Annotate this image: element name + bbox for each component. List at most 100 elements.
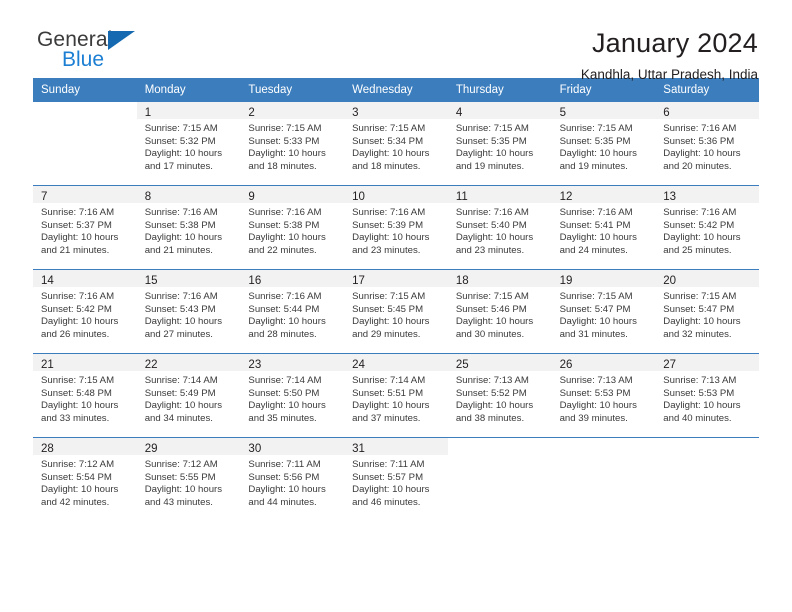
day-number: 14 <box>41 275 54 287</box>
day-number-band: 17 <box>344 270 448 287</box>
daylight-text-line1: Daylight: 10 hours <box>663 400 741 412</box>
day-number-band: 7 <box>33 186 137 203</box>
day-number: 9 <box>248 191 255 203</box>
daylight-text-line2: and 32 minutes. <box>663 328 732 340</box>
calendar-grid: Sunday Monday Tuesday Wednesday Thursday Frid… <box>33 78 759 521</box>
calendar-day-cell[interactable]: 10 Sunrise: 7:16 AM Sunset: 5:39 PM Dayligh… <box>344 186 448 269</box>
daylight-text-line1: Daylight: 10 hours <box>248 232 326 244</box>
day-details: Sunrise: 7:15 AM Sunset: 5:32 PM Daylight:… <box>137 119 241 173</box>
calendar-day-cell[interactable]: 2 Sunrise: 7:15 AM Sunset: 5:33 PM Daylight… <box>240 102 345 185</box>
sunset-text: Sunset: 5:38 PM <box>144 219 216 231</box>
calendar-day-cell[interactable]: 12 Sunrise: 7:16 AM Sunset: 5:41 PM Dayligh… <box>551 186 656 269</box>
daylight-text-line2: and 46 minutes. <box>352 496 421 508</box>
calendar-page: General Blue January 2024 Kandhla, Uttar… <box>0 0 792 612</box>
day-details: Sunrise: 7:11 AM Sunset: 5:56 PM Daylight:… <box>240 455 344 509</box>
sunrise-text: Sunrise: 7:13 AM <box>559 375 633 386</box>
day-details: Sunrise: 7:12 AM Sunset: 5:55 PM Daylight:… <box>137 455 241 509</box>
daylight-text-line2: and 44 minutes. <box>248 496 317 508</box>
day-details: Sunrise: 7:15 AM Sunset: 5:35 PM Daylight:… <box>448 119 552 173</box>
sunset-text: Sunset: 5:35 PM <box>455 135 527 147</box>
day-number: 5 <box>559 107 566 119</box>
calendar-day-cell[interactable]: 6 Sunrise: 7:16 AM Sunset: 5:36 PM Daylight… <box>655 102 759 185</box>
daylight-text-line2: and 40 minutes. <box>663 412 732 424</box>
calendar-day-cell[interactable]: 8 Sunrise: 7:16 AM Sunset: 5:38 PM Daylight… <box>136 186 241 269</box>
weekday-header-friday: Friday <box>559 84 592 96</box>
calendar-day-cell[interactable]: 9 Sunrise: 7:16 AM Sunset: 5:38 PM Daylight… <box>240 186 345 269</box>
day-number: 13 <box>663 191 677 203</box>
calendar-day-cell[interactable]: 31 Sunrise: 7:11 AM Sunset: 5:57 PM Dayligh… <box>344 438 448 521</box>
day-number-band: 27 <box>655 354 759 371</box>
calendar-day-cell[interactable]: 3 Sunrise: 7:15 AM Sunset: 5:34 PM Daylight… <box>344 102 448 185</box>
daylight-text-line1: Daylight: 10 hours <box>663 232 741 244</box>
sunrise-text: Sunrise: 7:16 AM <box>248 207 322 218</box>
calendar-day-cell[interactable]: 22 Sunrise: 7:14 AM Sunset: 5:49 PM Dayligh… <box>136 354 241 437</box>
calendar-day-cell[interactable]: 4 Sunrise: 7:15 AM Sunset: 5:35 PM Daylight… <box>447 102 552 185</box>
calendar-day-cell[interactable]: 25 Sunrise: 7:13 AM Sunset: 5:52 PM Dayligh… <box>447 354 552 437</box>
calendar-day-cell[interactable]: 13 Sunrise: 7:16 AM Sunset: 5:42 PM Dayligh… <box>655 186 759 269</box>
calendar-day-cell[interactable]: 27 Sunrise: 7:13 AM Sunset: 5:53 PM Dayligh… <box>655 354 759 437</box>
calendar-day-cell[interactable]: 26 Sunrise: 7:13 AM Sunset: 5:53 PM Dayligh… <box>551 354 656 437</box>
calendar-week-row: 14 Sunrise: 7:16 AM Sunset: 5:42 PM Dayligh… <box>33 269 759 353</box>
day-details: Sunrise: 7:15 AM Sunset: 5:46 PM Daylight:… <box>448 287 552 341</box>
calendar-day-cell[interactable]: 15 Sunrise: 7:16 AM Sunset: 5:43 PM Dayligh… <box>136 270 241 353</box>
calendar-day-cell[interactable]: 21 Sunrise: 7:15 AM Sunset: 5:48 PM Dayligh… <box>33 354 137 437</box>
day-number-band: 1 <box>136 102 241 119</box>
day-details: Sunrise: 7:15 AM Sunset: 5:45 PM Daylight:… <box>344 287 448 341</box>
daylight-text-line2: and 23 minutes. <box>352 244 421 256</box>
calendar-day-cell[interactable]: 20 Sunrise: 7:15 AM Sunset: 5:47 PM Dayligh… <box>655 270 759 353</box>
day-number: 3 <box>352 107 359 119</box>
daylight-text-line1: Daylight: 10 hours <box>352 232 430 244</box>
calendar-day-cell[interactable]: 23 Sunrise: 7:14 AM Sunset: 5:50 PM Dayligh… <box>240 354 345 437</box>
day-number: 22 <box>144 359 158 371</box>
day-details: Sunrise: 7:15 AM Sunset: 5:48 PM Daylight:… <box>33 371 137 425</box>
calendar-empty-cell <box>447 438 552 521</box>
daylight-text-line1: Daylight: 10 hours <box>559 316 637 328</box>
sunset-text: Sunset: 5:46 PM <box>455 303 527 315</box>
calendar-day-cell[interactable]: 14 Sunrise: 7:16 AM Sunset: 5:42 PM Dayligh… <box>33 270 137 353</box>
day-details: Sunrise: 7:11 AM Sunset: 5:57 PM Daylight:… <box>344 455 448 509</box>
calendar-day-cell[interactable]: 16 Sunrise: 7:16 AM Sunset: 5:44 PM Dayligh… <box>240 270 345 353</box>
calendar-day-cell[interactable]: 30 Sunrise: 7:11 AM Sunset: 5:56 PM Dayligh… <box>240 438 345 521</box>
daylight-text-line2: and 20 minutes. <box>663 160 732 172</box>
daylight-text-line1: Daylight: 10 hours <box>352 148 430 160</box>
day-number-band: 15 <box>136 270 241 287</box>
daylight-text-line2: and 19 minutes. <box>455 160 525 172</box>
sunrise-text: Sunrise: 7:15 AM <box>144 123 218 134</box>
brand-logo[interactable]: General Blue <box>33 28 207 80</box>
day-details: Sunrise: 7:16 AM Sunset: 5:44 PM Daylight:… <box>240 287 344 341</box>
calendar-day-cell[interactable]: 28 Sunrise: 7:12 AM Sunset: 5:54 PM Dayligh… <box>33 438 137 521</box>
calendar-day-cell[interactable]: 19 Sunrise: 7:15 AM Sunset: 5:47 PM Dayligh… <box>551 270 656 353</box>
calendar-week-row: 28 Sunrise: 7:12 AM Sunset: 5:54 PM Dayligh… <box>33 437 759 521</box>
day-details: Sunrise: 7:16 AM Sunset: 5:41 PM Daylight:… <box>552 203 656 257</box>
sunset-text: Sunset: 5:36 PM <box>663 135 735 147</box>
sunset-text: Sunset: 5:42 PM <box>41 303 112 315</box>
calendar-week-row: 21 Sunrise: 7:15 AM Sunset: 5:48 PM Dayligh… <box>33 353 759 437</box>
daylight-text-line1: Daylight: 10 hours <box>455 148 534 160</box>
calendar-day-cell[interactable]: 1 Sunrise: 7:15 AM Sunset: 5:32 PM Daylight… <box>136 102 241 185</box>
sunrise-text: Sunrise: 7:16 AM <box>41 291 115 302</box>
calendar-day-cell[interactable]: 17 Sunrise: 7:15 AM Sunset: 5:45 PM Dayligh… <box>344 270 448 353</box>
day-number-band <box>655 438 759 455</box>
day-details: Sunrise: 7:15 AM Sunset: 5:47 PM Daylight:… <box>552 287 656 341</box>
calendar-day-cell[interactable]: 5 Sunrise: 7:15 AM Sunset: 5:35 PM Daylight… <box>551 102 656 185</box>
sunset-text: Sunset: 5:57 PM <box>352 471 424 483</box>
calendar-day-cell[interactable]: 11 Sunrise: 7:16 AM Sunset: 5:40 PM Dayligh… <box>447 186 552 269</box>
day-details: Sunrise: 7:16 AM Sunset: 5:40 PM Daylight:… <box>448 203 552 257</box>
day-number-band: 6 <box>655 102 759 119</box>
day-number-band: 4 <box>447 102 552 119</box>
day-details: Sunrise: 7:16 AM Sunset: 5:42 PM Daylight:… <box>655 203 759 257</box>
calendar-day-cell[interactable]: 7 Sunrise: 7:16 AM Sunset: 5:37 PM Daylight… <box>33 186 137 269</box>
daylight-text-line2: and 38 minutes. <box>455 412 525 424</box>
day-number-band: 18 <box>447 270 552 287</box>
sunrise-text: Sunrise: 7:16 AM <box>663 207 737 218</box>
sunset-text: Sunset: 5:33 PM <box>248 135 320 147</box>
daylight-text-line1: Daylight: 10 hours <box>559 232 637 244</box>
calendar-day-cell[interactable]: 18 Sunrise: 7:15 AM Sunset: 5:46 PM Dayligh… <box>447 270 552 353</box>
calendar-day-cell[interactable]: 29 Sunrise: 7:12 AM Sunset: 5:55 PM Dayligh… <box>136 438 241 521</box>
sunrise-text: Sunrise: 7:15 AM <box>352 291 426 302</box>
sunrise-text: Sunrise: 7:14 AM <box>144 375 218 386</box>
daylight-text-line2: and 22 minutes. <box>248 244 317 256</box>
calendar-day-cell[interactable]: 24 Sunrise: 7:14 AM Sunset: 5:51 PM Dayligh… <box>344 354 448 437</box>
weekday-header-tuesday: Tuesday <box>248 84 293 96</box>
daylight-text-line1: Daylight: 10 hours <box>455 400 534 412</box>
